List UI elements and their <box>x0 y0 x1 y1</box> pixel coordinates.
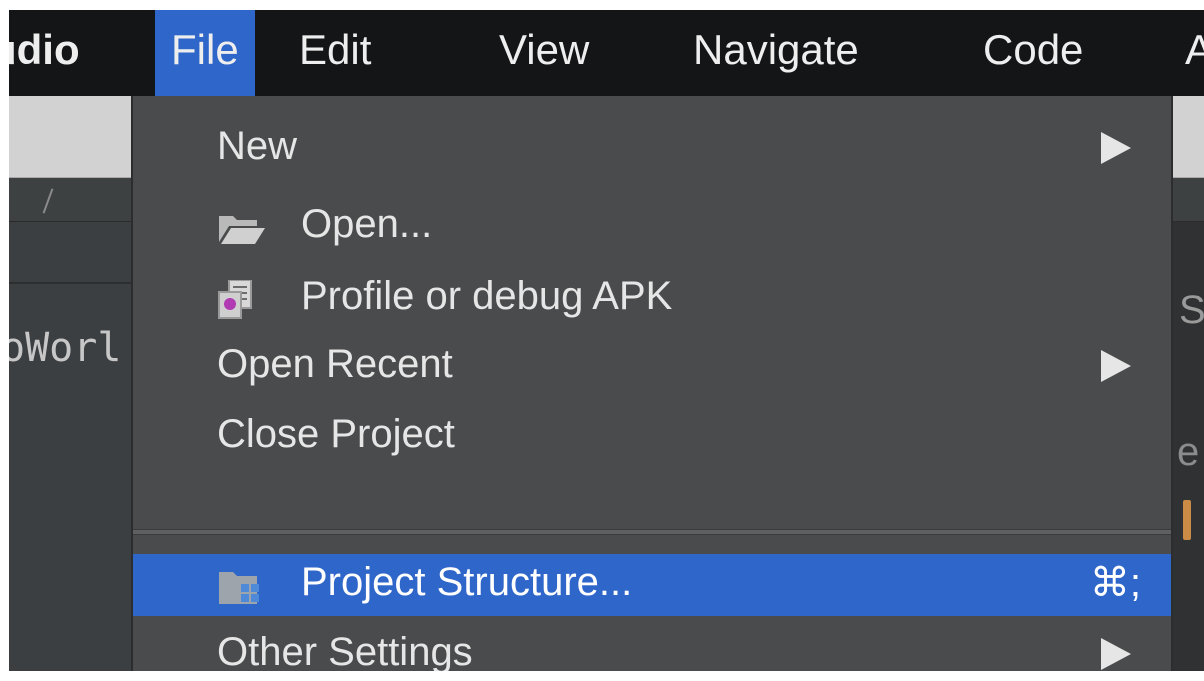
app-menu[interactable]: udio <box>9 10 80 96</box>
folder-icon <box>219 216 265 244</box>
submenu-arrow-icon <box>1101 132 1131 164</box>
apk-icon <box>218 280 252 319</box>
menu-item-profile-apk[interactable]: Profile or debug APK <box>133 268 1171 330</box>
menu-edit[interactable]: Edit <box>299 10 371 96</box>
project-structure-icon <box>219 572 259 604</box>
menu-item-other-settings[interactable]: Other Settings <box>133 624 1171 671</box>
submenu-arrow-icon <box>1101 638 1131 670</box>
menu-item-label: Profile or debug APK <box>301 274 673 318</box>
editor-text-fragment: S <box>1179 288 1204 332</box>
menu-item-label: Project Structure... <box>301 560 633 604</box>
menu-bar: udio File Edit View Navigate Code A <box>9 10 1204 96</box>
menu-item-project-structure[interactable]: Project Structure... ⌘; <box>133 554 1171 616</box>
editor-marker <box>1183 500 1191 540</box>
menu-item-label: New <box>217 124 298 168</box>
menu-item-new[interactable]: New <box>133 118 1171 180</box>
menu-code[interactable]: Code <box>983 10 1083 96</box>
menu-item-open-recent[interactable]: Open Recent <box>133 336 1171 398</box>
menu-item-shortcut: ⌘; <box>1089 561 1141 605</box>
menu-analyze[interactable]: A <box>1185 10 1204 96</box>
menu-separator <box>133 529 1171 535</box>
project-tree-item[interactable]: oWorl <box>9 325 121 371</box>
submenu-arrow-icon <box>1101 350 1131 382</box>
menu-navigate[interactable]: Navigate <box>693 10 859 96</box>
menu-item-close-project[interactable]: Close Project <box>133 406 1171 468</box>
menu-file[interactable]: File <box>155 10 255 96</box>
menu-item-label: Other Settings <box>217 630 473 671</box>
screen: oWorl S e udio File Edit View Navigate C… <box>9 10 1204 671</box>
menu-item-open[interactable]: Open... <box>133 196 1171 258</box>
menu-item-label: Close Project <box>217 412 455 456</box>
menu-item-label: Open Recent <box>217 342 453 386</box>
editor-text-fragment: e <box>1177 430 1200 474</box>
menu-view[interactable]: View <box>499 10 589 96</box>
menu-item-label: Open... <box>301 202 433 246</box>
project-panel <box>9 222 133 671</box>
project-panel-divider <box>9 282 133 284</box>
file-menu-dropdown: New Open... Profile or debug APK Open Re… <box>133 96 1171 671</box>
